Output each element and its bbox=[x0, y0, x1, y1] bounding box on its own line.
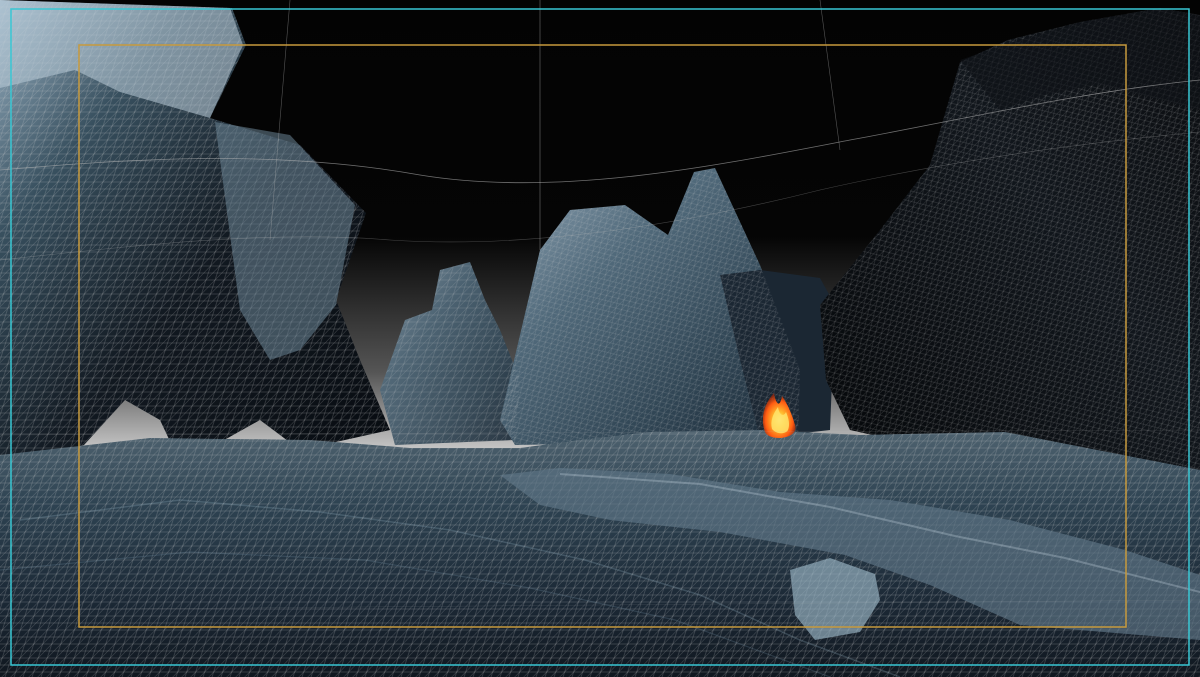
3d-viewport[interactable] bbox=[0, 0, 1200, 677]
scene-render bbox=[0, 0, 1200, 677]
ground-terrain bbox=[0, 430, 1200, 677]
